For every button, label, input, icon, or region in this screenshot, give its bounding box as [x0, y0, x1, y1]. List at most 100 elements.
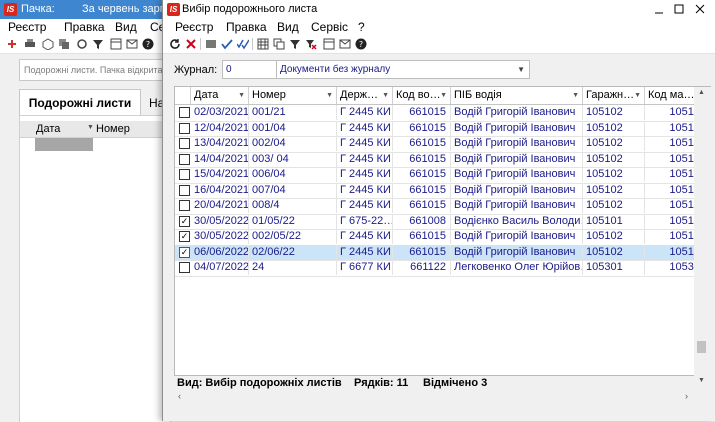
help-icon[interactable]: ? [140, 36, 156, 52]
bg-menu-edit[interactable]: Правка [64, 20, 105, 34]
menu-edit[interactable]: Правка [226, 20, 267, 34]
check-all-icon[interactable] [235, 36, 251, 52]
row-checkbox[interactable]: ✓ [179, 231, 190, 242]
sort-arrow-icon: ▼ [634, 92, 641, 99]
dialog-title: Вибір подорожнього листа [182, 3, 318, 15]
window-icon[interactable] [108, 36, 124, 52]
window-icon[interactable] [321, 36, 337, 52]
sort-arrow-icon: ▼ [440, 92, 447, 99]
filter-icon[interactable] [90, 36, 106, 52]
col-garage-number[interactable]: Гаражн… ▼ [583, 87, 645, 104]
scroll-down-icon[interactable]: ▼ [698, 377, 705, 384]
row-checkbox[interactable] [179, 107, 190, 118]
journal-select-value: Документи без журналу [280, 64, 391, 75]
table-row[interactable]: ✓ 30/05/2022 01/05/22 Г 675-22… 661008 Водієн… [175, 213, 695, 230]
table-icon[interactable] [255, 36, 271, 52]
scroll-thumb[interactable] [697, 341, 706, 353]
row-checkbox[interactable] [179, 169, 190, 180]
col-driver-code[interactable]: Код во… ▼ [393, 87, 451, 104]
cell-date: 16/04/2021 [191, 182, 249, 198]
background-grid-row[interactable] [35, 138, 93, 151]
mail-icon[interactable] [337, 36, 353, 52]
col-plate[interactable]: Держ… ▼ [337, 87, 393, 104]
table-row[interactable]: 15/04/2021 006/04 Г 2445 КИ 661015 Водій Гри… [175, 167, 695, 184]
menu-view[interactable]: Вид [277, 20, 299, 34]
svg-text:?: ? [146, 40, 150, 49]
col-date[interactable]: Дата ▼ [191, 87, 249, 104]
close-button[interactable] [690, 0, 710, 19]
cell-number: 001/04 [249, 120, 337, 136]
app-logo-icon: IS [4, 3, 17, 16]
cell-machine-code: 10510 [645, 136, 695, 151]
table-row[interactable]: 13/04/2021 002/04 Г 2445 КИ 661015 Водій Гри… [175, 136, 695, 153]
bg-menu-view[interactable]: Вид [115, 20, 137, 34]
cell-driver: Водієнко Василь Володи… [451, 213, 583, 229]
horizontal-scrollbar[interactable]: ‹ › [174, 390, 694, 404]
row-checkbox[interactable] [179, 122, 190, 134]
journal-code-input[interactable]: 0 [222, 60, 277, 79]
new-icon[interactable] [4, 36, 20, 52]
row-checkbox[interactable] [179, 200, 190, 211]
clear-filter-icon[interactable] [303, 36, 319, 52]
col-number[interactable]: Номер ▼ [249, 87, 337, 104]
mail-icon[interactable] [124, 36, 140, 52]
cell-number: 002/05/22 [249, 229, 337, 244]
print-icon[interactable] [22, 36, 38, 52]
table-row[interactable]: 12/04/2021 001/04 Г 2445 КИ 661015 Водій Гри… [175, 120, 695, 137]
cell-garage: 105301 [583, 260, 645, 275]
cell-plate: Г 2445 КИ [337, 198, 393, 213]
delete-icon[interactable] [183, 36, 199, 52]
travel-sheets-grid: Дата ▼ Номер ▼ Держ… ▼ Код во… ▼ ПІБ водія ▼ Гараж… [174, 86, 696, 376]
copy-icon[interactable] [271, 36, 287, 52]
background-window-title-extra: За червень зарпл [82, 3, 173, 15]
check-mark-icon[interactable] [219, 36, 235, 52]
row-checkbox[interactable] [179, 153, 190, 165]
maximize-button[interactable] [669, 0, 689, 19]
col-date-label: Дата [194, 89, 219, 101]
menu-registry[interactable]: Реєстр [175, 20, 213, 34]
row-checkbox[interactable] [179, 138, 190, 149]
sort-arrow-icon: ▼ [382, 92, 389, 99]
box-icon[interactable] [40, 36, 56, 52]
row-checkbox[interactable]: ✓ [179, 246, 190, 258]
table-row[interactable]: 04/07/2022 24 Г 6677 КИ 661122 Легковенко Ол… [175, 260, 695, 277]
bg-col-date[interactable]: Дата [36, 123, 60, 135]
journal-select[interactable]: Документи без журналу ▼ [276, 60, 530, 79]
cell-plate: Г 2445 КИ [337, 229, 393, 244]
tab-travel-sheets[interactable]: Подорожні листи [19, 89, 141, 116]
menu-help[interactable]: ? [358, 20, 365, 34]
grid-icon[interactable] [203, 36, 219, 52]
table-row[interactable]: 20/04/2021 008/4 Г 2445 КИ 661015 Водій Григ… [175, 198, 695, 215]
scroll-right-icon[interactable]: › [685, 391, 688, 401]
table-row[interactable]: 14/04/2021 003/ 04 Г 2445 КИ 661015 Водій Гр… [175, 151, 695, 168]
filter-icon[interactable] [287, 36, 303, 52]
scroll-left-icon[interactable]: ‹ [178, 391, 181, 401]
cell-garage: 105102 [583, 167, 645, 182]
col-machine-code[interactable]: Код ма…▼ [645, 87, 695, 104]
cell-garage: 105102 [583, 244, 645, 260]
cell-machine-code: 10510 [645, 121, 695, 136]
table-row[interactable]: ✓ 30/05/2022 002/05/22 Г 2445 КИ 661015 Водій… [175, 229, 695, 246]
scroll-up-icon[interactable]: ▲ [698, 89, 705, 96]
bg-col-number[interactable]: Номер [96, 123, 130, 135]
cell-driver-code: 661008 [393, 213, 451, 229]
minimize-button[interactable] [649, 0, 669, 19]
copy-icon[interactable] [56, 36, 72, 52]
cell-garage: 105102 [583, 105, 645, 120]
help-icon[interactable]: ? [353, 36, 369, 52]
table-row[interactable]: ✓ 06/06/2022 02/06/22 Г 2445 КИ 661015 Водій … [175, 244, 695, 261]
cell-plate: Г 2445 КИ [337, 182, 393, 198]
table-row[interactable]: 02/03/2021 001/21 Г 2445 КИ 661015 Водій Гри… [175, 105, 695, 122]
row-checkbox[interactable]: ✓ [179, 215, 190, 227]
vertical-scrollbar[interactable]: ▲ ▼ [694, 86, 711, 389]
refresh-icon[interactable] [167, 36, 183, 52]
row-checkbox[interactable] [179, 262, 190, 273]
bg-menu-registry[interactable]: Реєстр [8, 20, 46, 34]
col-driver-name[interactable]: ПІБ водія ▼ [451, 87, 583, 104]
row-checkbox[interactable] [179, 184, 190, 196]
refresh-icon[interactable] [74, 36, 90, 52]
menu-service[interactable]: Сервіс [311, 20, 348, 34]
background-grid: Дата ▼ Номер [19, 115, 171, 422]
table-row[interactable]: 16/04/2021 007/04 Г 2445 КИ 661015 Водій Гри… [175, 182, 695, 199]
col-garage-number-label: Гаражн… [586, 89, 635, 101]
